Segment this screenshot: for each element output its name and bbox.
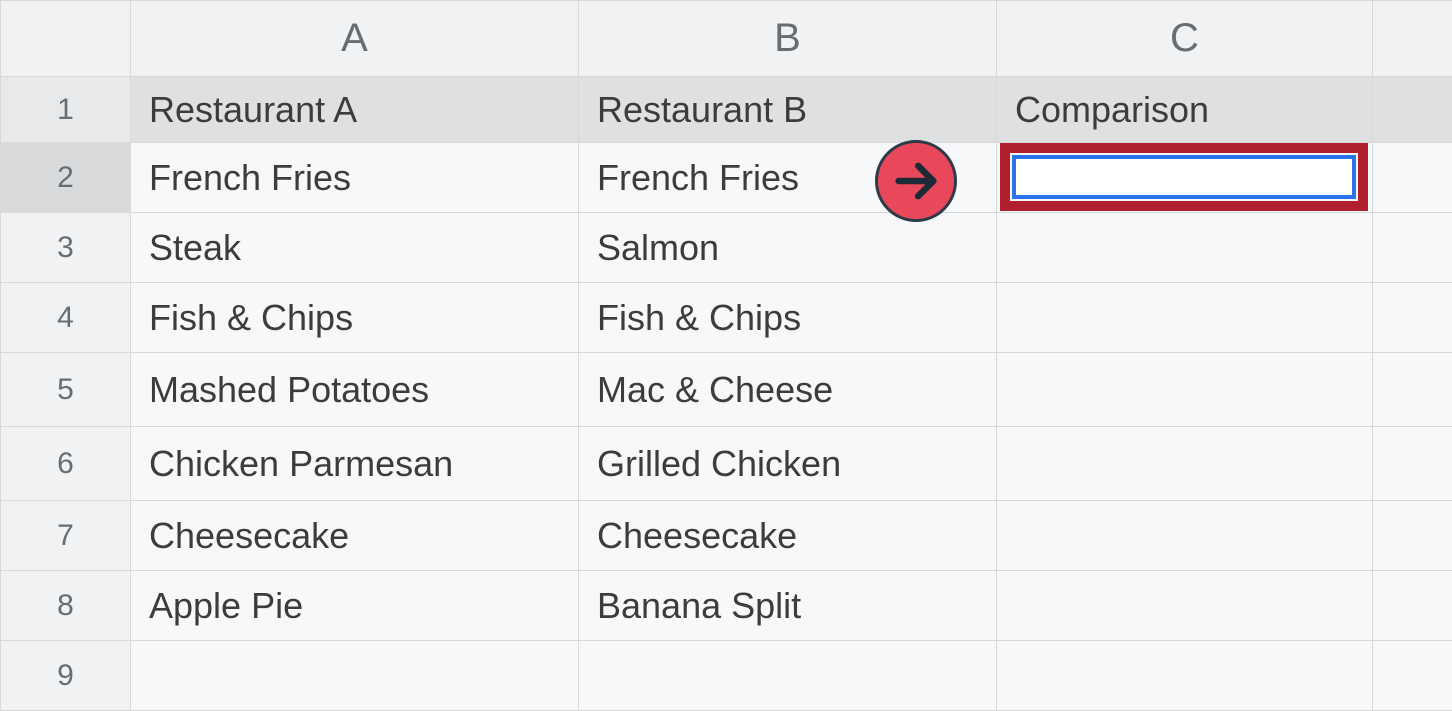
cell-a9[interactable]: [131, 641, 579, 711]
table-row: 8 Apple Pie Banana Split: [1, 571, 1452, 641]
cell-c9[interactable]: [997, 641, 1373, 711]
cell-extra-7[interactable]: [1373, 501, 1452, 571]
cell-c7[interactable]: [997, 501, 1373, 571]
row-header-6[interactable]: 6: [1, 427, 131, 501]
select-all-corner[interactable]: [1, 1, 131, 77]
cell-extra-5[interactable]: [1373, 353, 1452, 427]
row-header-9[interactable]: 9: [1, 641, 131, 711]
table-row: 4 Fish & Chips Fish & Chips: [1, 283, 1452, 353]
row-header-4[interactable]: 4: [1, 283, 131, 353]
cell-extra-8[interactable]: [1373, 571, 1452, 641]
cell-c5[interactable]: [997, 353, 1373, 427]
cell-b6[interactable]: Grilled Chicken: [579, 427, 997, 501]
cell-extra-2[interactable]: [1373, 143, 1452, 213]
spreadsheet-grid[interactable]: A B C 1 Restaurant A Restaurant B Compar…: [0, 0, 1452, 711]
cell-extra-9[interactable]: [1373, 641, 1452, 711]
column-header-b[interactable]: B: [579, 1, 997, 77]
cell-b5[interactable]: Mac & Cheese: [579, 353, 997, 427]
cell-extra-1[interactable]: [1373, 77, 1452, 143]
row-header-3[interactable]: 3: [1, 213, 131, 283]
row-header-2[interactable]: 2: [1, 143, 131, 213]
cell-a8[interactable]: Apple Pie: [131, 571, 579, 641]
cell-extra-6[interactable]: [1373, 427, 1452, 501]
table-row: 6 Chicken Parmesan Grilled Chicken: [1, 427, 1452, 501]
row-header-5[interactable]: 5: [1, 353, 131, 427]
table-row: 5 Mashed Potatoes Mac & Cheese: [1, 353, 1452, 427]
table-row: 3 Steak Salmon: [1, 213, 1452, 283]
cell-b3[interactable]: Salmon: [579, 213, 997, 283]
row-header-1[interactable]: 1: [1, 77, 131, 143]
cell-b9[interactable]: [579, 641, 997, 711]
cell-b4[interactable]: Fish & Chips: [579, 283, 997, 353]
cell-c3[interactable]: [997, 213, 1373, 283]
table-row: 1 Restaurant A Restaurant B Comparison: [1, 77, 1452, 143]
column-header-c[interactable]: C: [997, 1, 1373, 77]
cell-b8[interactable]: Banana Split: [579, 571, 997, 641]
column-header-extra[interactable]: [1373, 1, 1452, 77]
cell-a5[interactable]: Mashed Potatoes: [131, 353, 579, 427]
cell-c8[interactable]: [997, 571, 1373, 641]
cell-a6[interactable]: Chicken Parmesan: [131, 427, 579, 501]
cell-a4[interactable]: Fish & Chips: [131, 283, 579, 353]
cell-c6[interactable]: [997, 427, 1373, 501]
column-header-a[interactable]: A: [131, 1, 579, 77]
row-header-7[interactable]: 7: [1, 501, 131, 571]
row-header-8[interactable]: 8: [1, 571, 131, 641]
cell-a3[interactable]: Steak: [131, 213, 579, 283]
table-row: 9: [1, 641, 1452, 711]
table-row: 2 French Fries French Fries: [1, 143, 1452, 213]
cell-c1[interactable]: Comparison: [997, 77, 1373, 143]
cell-extra-3[interactable]: [1373, 213, 1452, 283]
cell-a1[interactable]: Restaurant A: [131, 77, 579, 143]
table-row: 7 Cheesecake Cheesecake: [1, 501, 1452, 571]
cell-b1[interactable]: Restaurant B: [579, 77, 997, 143]
cell-b2[interactable]: French Fries: [579, 143, 997, 213]
cell-extra-4[interactable]: [1373, 283, 1452, 353]
cell-a7[interactable]: Cheesecake: [131, 501, 579, 571]
cell-c2[interactable]: [997, 143, 1373, 213]
cell-c4[interactable]: [997, 283, 1373, 353]
cell-b7[interactable]: Cheesecake: [579, 501, 997, 571]
cell-a2[interactable]: French Fries: [131, 143, 579, 213]
column-header-row: A B C: [1, 1, 1452, 77]
